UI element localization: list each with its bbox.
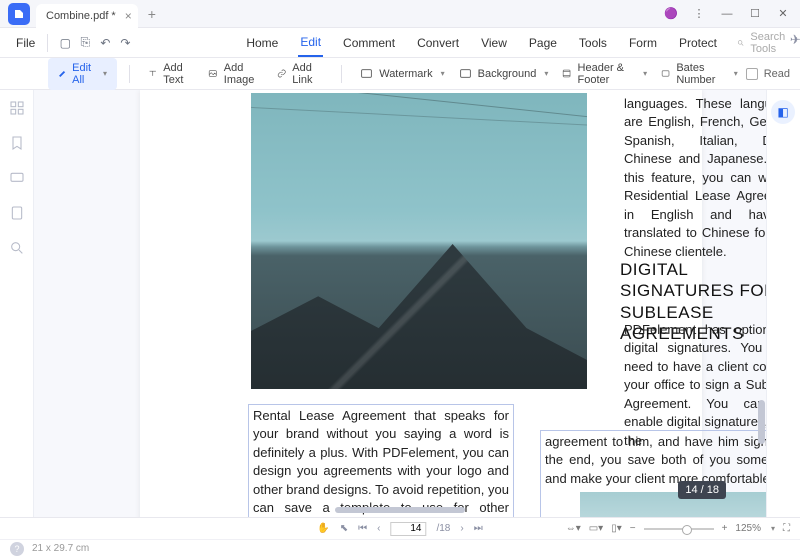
add-link-button[interactable]: Add Link [271, 58, 330, 90]
zoom-out-icon[interactable]: − [630, 523, 636, 534]
more-icon[interactable]: ⋮ [686, 3, 712, 25]
bates-number-label: Bates Number [676, 62, 725, 86]
vertical-scrollbar[interactable] [758, 400, 765, 444]
help-icon[interactable]: ? [10, 542, 24, 556]
tab-edit[interactable]: Edit [298, 28, 323, 57]
search-placeholder: Search Tools [750, 31, 789, 55]
layout-icon[interactable]: ▯▾ [611, 523, 622, 534]
document-canvas[interactable]: Rental Lease Agreement that speaks for y… [34, 90, 766, 517]
read-toggle[interactable]: Read [746, 68, 790, 80]
attachments-icon[interactable] [9, 205, 25, 224]
watermark-button[interactable]: Watermark▾ [354, 63, 450, 84]
text-block-top-right[interactable]: languages. These languages are English, … [620, 93, 766, 242]
tab-form[interactable]: Form [627, 28, 659, 57]
fullscreen-icon[interactable]: ⛶ [783, 523, 790, 534]
zoom-value[interactable]: 125% [735, 523, 761, 534]
main-tabs: Home Edit Comment Convert View Page Tool… [244, 28, 719, 57]
text-block-mid-right[interactable]: PDFelement has options for digital signa… [620, 319, 766, 429]
save-icon[interactable]: ▢ [56, 34, 74, 52]
thumbnails-icon[interactable] [9, 100, 25, 119]
close-icon[interactable]: × [125, 9, 132, 23]
content-image-bottom [580, 492, 766, 517]
add-text-button[interactable]: Add Text [142, 58, 201, 90]
edit-all-label: Edit All [72, 62, 95, 86]
page-indicator-badge: 14 / 18 [678, 481, 726, 499]
background-button[interactable]: Background▾ [453, 63, 555, 84]
page-size: 21 x 29.7 cm [32, 543, 89, 554]
footer: ? 21 x 29.7 cm [0, 539, 800, 557]
tab-view[interactable]: View [479, 28, 509, 57]
add-text-label: Add Text [163, 62, 194, 86]
last-page-icon[interactable]: ⏭ [474, 523, 483, 534]
page-number-input[interactable] [390, 522, 426, 536]
horizontal-scrollbar[interactable] [335, 507, 465, 513]
file-menu[interactable]: File [8, 36, 43, 50]
edit-all-button[interactable]: Edit All▾ [48, 58, 117, 90]
tab-page[interactable]: Page [527, 28, 559, 57]
tab-tools[interactable]: Tools [577, 28, 609, 57]
zoom-controls: ⇔▾ ▭▾ ▯▾ − + 125%▾ ⛶ [566, 523, 790, 534]
tab-home[interactable]: Home [244, 28, 280, 57]
add-image-button[interactable]: Add Image [202, 58, 269, 90]
close-window-icon[interactable]: ✕ [770, 3, 796, 25]
next-page-icon[interactable]: › [460, 523, 463, 534]
workspace: Rental Lease Agreement that speaks for y… [0, 90, 800, 517]
comments-icon[interactable] [9, 170, 25, 189]
search-panel-icon[interactable] [9, 240, 25, 259]
account-icon[interactable]: 🟣 [658, 3, 684, 25]
zoom-in-icon[interactable]: + [722, 523, 728, 534]
add-link-label: Add Link [292, 62, 323, 86]
background-label: Background [478, 68, 537, 80]
prev-page-icon[interactable]: ‹ [377, 523, 380, 534]
watermark-label: Watermark [379, 68, 432, 80]
select-tool-icon[interactable]: ⬉ [340, 523, 348, 534]
properties-icon[interactable]: ◧ [771, 100, 795, 124]
right-sidebar: ◧ [766, 90, 800, 517]
page-total: /18 [436, 523, 450, 534]
minimize-icon[interactable]: — [714, 3, 740, 25]
quick-actions: ▢ ⎘ ↶ ↷ [47, 34, 134, 52]
bates-number-button[interactable]: Bates Number▾ [655, 58, 744, 90]
view-mode-icon[interactable]: ▭▾ [589, 523, 603, 534]
header-footer-button[interactable]: Header & Footer▾ [556, 58, 653, 90]
document-tab[interactable]: Combine.pdf * × [36, 4, 138, 28]
bookmark-icon[interactable] [9, 135, 25, 154]
tab-comment[interactable]: Comment [341, 28, 397, 57]
tab-title: Combine.pdf * [46, 10, 116, 22]
menubar: File ▢ ⎘ ↶ ↷ Home Edit Comment Convert V… [0, 28, 800, 58]
app-logo [8, 3, 30, 25]
first-page-icon[interactable]: ⏮ [358, 523, 367, 534]
undo-icon[interactable]: ↶ [96, 34, 114, 52]
zoom-slider[interactable] [644, 528, 714, 530]
maximize-icon[interactable]: ☐ [742, 3, 768, 25]
page: Rental Lease Agreement that speaks for y… [140, 90, 702, 517]
edit-toolbar: Edit All▾ Add Text Add Image Add Link Wa… [0, 58, 800, 90]
tab-protect[interactable]: Protect [677, 28, 719, 57]
text-block-left[interactable]: Rental Lease Agreement that speaks for y… [248, 404, 514, 517]
statusbar: ✋ ⬉ ⏮ ‹ /18 › ⏭ ⇔▾ ▭▾ ▯▾ − + 125%▾ ⛶ [0, 517, 800, 539]
navigation-controls: ✋ ⬉ ⏮ ‹ /18 › ⏭ [317, 522, 482, 536]
tab-convert[interactable]: Convert [415, 28, 461, 57]
header-footer-label: Header & Footer [578, 62, 636, 86]
send-icon[interactable]: ✈ [790, 32, 800, 54]
titlebar: Combine.pdf * × + 🟣 ⋮ — ☐ ✕ [0, 0, 800, 28]
print-icon[interactable]: ⎘ [76, 34, 94, 52]
read-label: Read [764, 68, 790, 80]
window-controls: 🟣 ⋮ — ☐ ✕ [658, 3, 800, 25]
add-image-label: Add Image [224, 62, 263, 86]
hand-tool-icon[interactable]: ✋ [317, 523, 329, 534]
fit-width-icon[interactable]: ⇔▾ [566, 523, 581, 534]
left-sidebar [0, 90, 34, 517]
redo-icon[interactable]: ↷ [116, 34, 134, 52]
content-image [251, 93, 587, 389]
titlebar-actions: ✈ ⭱ ⇪ [790, 32, 800, 54]
add-tab-button[interactable]: + [148, 6, 156, 22]
search-tools[interactable]: Search Tools [737, 31, 790, 55]
